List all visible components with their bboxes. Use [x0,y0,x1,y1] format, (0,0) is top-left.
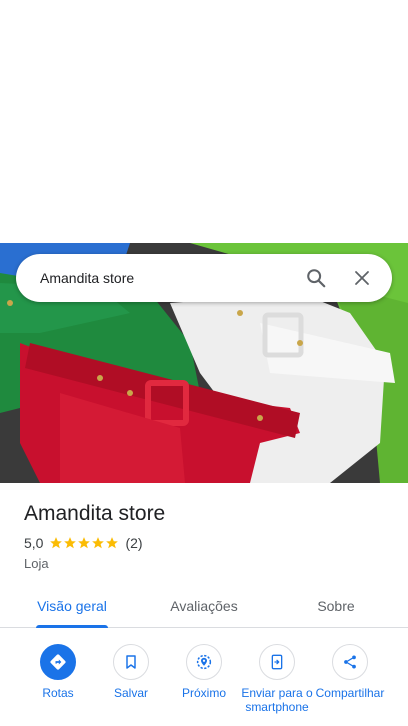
place-info: Amandita store 5,0 (2) Loja [24,500,394,571]
star-icon [106,537,119,549]
nearby-button[interactable]: Próximo [166,644,242,700]
send-to-phone-icon [259,644,295,680]
star-rating [49,536,119,550]
action-label: Compartilhar [315,686,385,700]
star-icon [92,537,105,549]
bookmark-icon [113,644,149,680]
star-icon [64,537,77,549]
active-tab-indicator [36,625,108,628]
rating-row[interactable]: 5,0 (2) [24,534,394,552]
nearby-icon [186,644,222,680]
search-input[interactable]: Amandita store [40,270,290,286]
review-count: (2) [125,535,143,551]
share-icon [332,644,368,680]
tab-about[interactable]: Sobre [284,584,388,627]
action-label: Rotas [42,686,74,700]
place-page: Amandita store Amandita store 5,0 (2) Lo… [0,0,408,726]
directions-icon [40,644,76,680]
star-icon [78,537,91,549]
tab-overview[interactable]: Visão geral [20,584,124,627]
tab-label: Visão geral [37,597,107,614]
tab-label: Avaliações [170,597,238,614]
search-icon[interactable] [296,258,336,298]
action-label: Próximo [181,686,226,700]
place-category: Loja [24,556,49,571]
close-icon[interactable] [342,258,382,298]
share-button[interactable]: Compartilhar [312,644,388,700]
tab-bar: Visão geral Avaliações Sobre [0,584,408,628]
save-button[interactable]: Salvar [93,644,169,700]
action-label: Salvar [113,686,148,700]
tab-reviews[interactable]: Avaliações [152,584,256,627]
action-bar: Rotas Salvar Próximo Enviar para o smart… [0,644,408,726]
search-bar[interactable]: Amandita store [16,254,392,302]
place-title: Amandita store [24,502,166,525]
action-label: Enviar para o smartphone [241,686,313,714]
send-to-phone-button[interactable]: Enviar para o smartphone [239,644,315,714]
tab-label: Sobre [317,597,355,614]
directions-button[interactable]: Rotas [20,644,96,700]
star-icon [50,537,63,549]
map-area[interactable] [0,0,408,243]
rating-value: 5,0 [24,535,44,551]
